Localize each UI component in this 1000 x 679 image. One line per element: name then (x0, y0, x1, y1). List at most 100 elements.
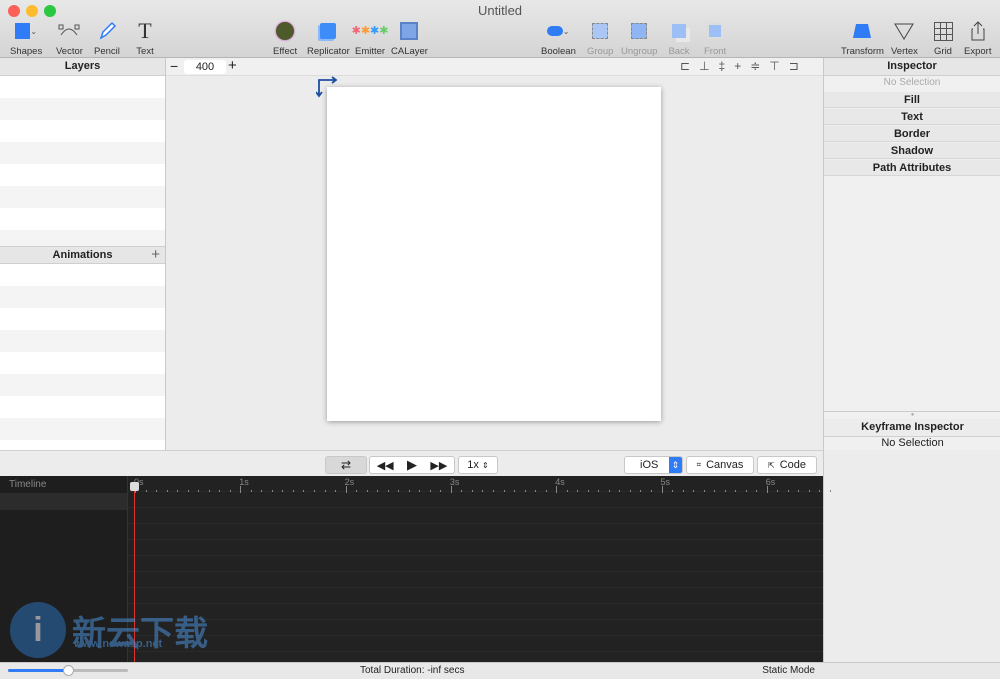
vector-tool[interactable]: Vector (56, 20, 83, 57)
speed-select[interactable]: 1x ⇕ (458, 456, 498, 474)
ruler-label: 5s (660, 477, 671, 487)
align-bottom-icon[interactable]: ⊥ (699, 59, 718, 73)
ruler-tick (271, 490, 273, 492)
total-duration: Total Duration: -inf secs (360, 665, 465, 676)
align-top-icon[interactable]: ⊤ (769, 59, 788, 73)
path-attributes-section[interactable]: Path Attributes (824, 160, 1000, 176)
grid-icon (932, 20, 954, 42)
code-label: Code (779, 459, 806, 471)
ruler-tick (356, 490, 358, 492)
zoom-in-button[interactable]: + (228, 57, 237, 74)
calayer-tool[interactable]: CALayer (391, 20, 428, 57)
loop-icon: ⇄ (340, 458, 352, 472)
ruler-tick (724, 490, 726, 492)
animations-list[interactable] (0, 264, 165, 450)
export-tool[interactable]: Export (964, 20, 991, 57)
zoom-out-button[interactable]: − (170, 58, 178, 74)
ruler-tick (735, 490, 737, 492)
canvas-button[interactable]: ⌗ Canvas (686, 456, 754, 474)
ruler-tick (787, 490, 789, 492)
ungroup-tool[interactable]: Ungroup (621, 20, 657, 57)
ruler-tick (608, 490, 610, 492)
ruler-label: 1s (239, 477, 249, 487)
rewind-button[interactable]: ◀◀ (377, 459, 394, 472)
ruler-tick (324, 490, 326, 492)
fill-section[interactable]: Fill (824, 92, 1000, 108)
pencil-tool[interactable]: Pencil (94, 20, 120, 57)
ruler-tick (577, 490, 579, 492)
tool-label: Group (587, 46, 614, 57)
play-button[interactable]: ▶ (407, 457, 417, 473)
align-right-icon[interactable]: ⊐ (789, 59, 808, 73)
ruler-label: 4s (555, 477, 565, 487)
ruler-tick (398, 490, 400, 492)
effect-tool[interactable]: Effect (273, 20, 297, 57)
share-icon (967, 20, 989, 42)
fast-forward-button[interactable]: ▶▶ (430, 459, 447, 472)
tool-label: Vector (56, 46, 83, 57)
ruler-tick (387, 490, 389, 492)
ruler-tick (408, 490, 410, 492)
timeline-track-row[interactable] (0, 493, 127, 510)
playhead-handle[interactable] (130, 482, 139, 491)
toolbar: Untitled ⌄ Shapes Vector Pencil T Text Eff… (0, 0, 1000, 58)
platform-select[interactable]: iOS ⇕ (624, 456, 683, 474)
split-handle[interactable]: ● (824, 411, 1000, 419)
bring-front-icon (704, 20, 726, 42)
add-animation-button[interactable]: + (151, 246, 160, 263)
back-tool[interactable]: Back (668, 20, 690, 57)
transport-controls: ◀◀ ▶ ▶▶ (369, 456, 455, 474)
text-section[interactable]: Text (824, 109, 1000, 125)
ruler-tick (177, 490, 179, 492)
border-section[interactable]: Border (824, 126, 1000, 142)
canvas-area[interactable]: − 400 + ⊏⊥‡+≑⊤⊐ (166, 57, 823, 450)
timeline-ruler[interactable]: 0s 1s 2s 3s 4s 5s 6s (128, 476, 831, 662)
canvas-label: Canvas (706, 459, 744, 471)
ruler-tick (556, 486, 558, 493)
ruler-tick (629, 490, 631, 492)
inspector-panel: Inspector No Selection Fill Text Border … (823, 58, 1000, 450)
group-icon (589, 20, 611, 42)
ruler-tick (682, 490, 684, 492)
square-shape-icon: ⌄ (15, 20, 37, 42)
text-tool[interactable]: T Text (134, 18, 156, 57)
distribute-horizontal-icon[interactable]: ‡ (719, 59, 735, 73)
tool-label: CALayer (391, 46, 428, 57)
shadow-section[interactable]: Shadow (824, 143, 1000, 159)
front-tool[interactable]: Front (704, 20, 726, 57)
artboard[interactable] (327, 87, 661, 421)
replicator-tool[interactable]: Replicator (307, 20, 350, 57)
group-tool[interactable]: Group (587, 20, 613, 57)
shapes-tool[interactable]: ⌄ Shapes (10, 20, 42, 57)
layers-list[interactable] (0, 76, 165, 246)
zoom-slider[interactable] (8, 665, 128, 676)
boolean-tool[interactable]: ⌄ Boolean (541, 20, 576, 57)
ruler-tick (482, 490, 484, 492)
ruler-tick (282, 490, 284, 492)
ruler-tick (693, 490, 695, 492)
timeline-label: Timeline (9, 479, 47, 490)
ruler-tick (250, 490, 252, 492)
ruler-tick (366, 490, 368, 492)
emitter-tool[interactable]: ✱ ✱ ✱ ✱ Emitter (352, 20, 389, 57)
timeline[interactable]: Timeline 0s 1s 2s 3s 4s 5s 6s i 新云下载 www.newasp.… (0, 476, 831, 662)
align-middle-icon[interactable]: ≑ (750, 59, 769, 73)
vertex-tool[interactable]: Vertex (891, 20, 918, 57)
animations-title: Animations (52, 249, 113, 261)
ruler-tick (619, 490, 621, 492)
align-buttons[interactable]: ⊏⊥‡+≑⊤⊐ (680, 59, 808, 73)
tool-label: Export (964, 46, 992, 57)
grid-tool[interactable]: Grid (932, 20, 954, 57)
code-icon: ⇱ (768, 460, 775, 470)
code-button[interactable]: ⇱ Code (757, 456, 817, 474)
ruler-tick (524, 490, 526, 492)
ruler-tick (471, 490, 473, 492)
loop-button[interactable]: ⇄ (325, 456, 367, 474)
tool-label: Shapes (10, 46, 43, 57)
align-center-icon[interactable]: + (734, 59, 750, 73)
transform-tool[interactable]: Transform (841, 20, 884, 57)
align-left-icon[interactable]: ⊏ (680, 59, 699, 73)
ruler-tick (292, 490, 294, 492)
inspector-title: Inspector (824, 58, 1000, 76)
zoom-field[interactable]: 400 (184, 60, 226, 74)
